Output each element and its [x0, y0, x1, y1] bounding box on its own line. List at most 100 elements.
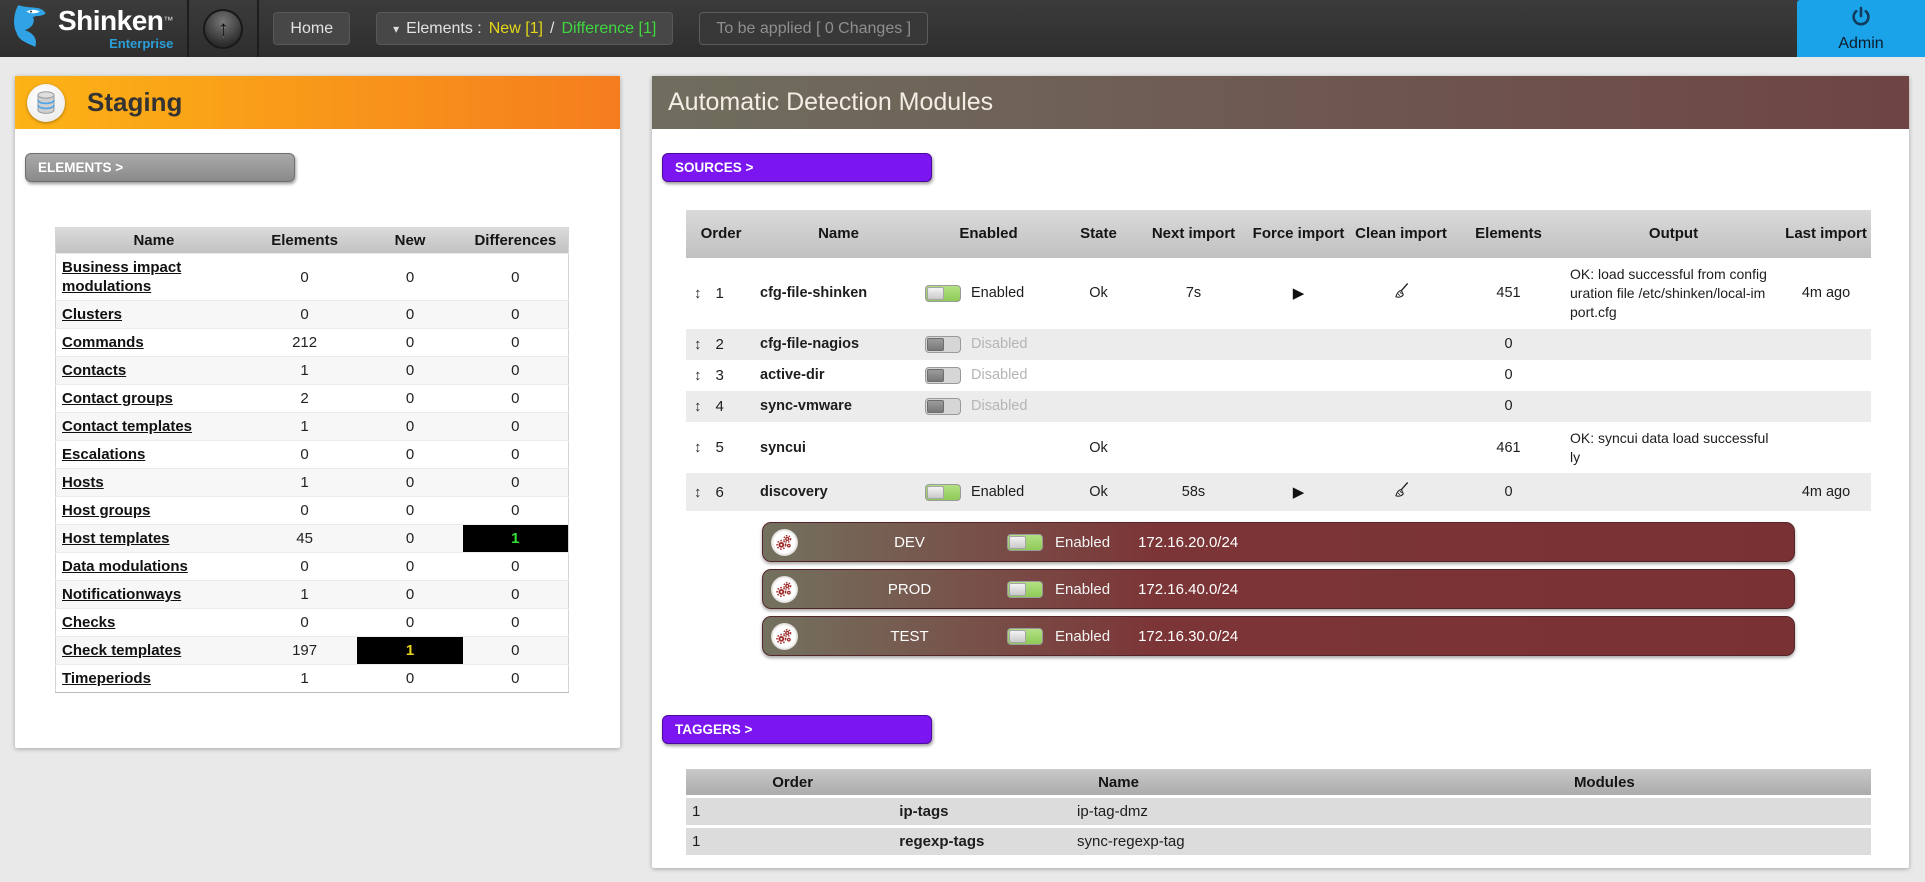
taggers-button[interactable]: TAGGERS >	[662, 715, 932, 744]
source-clean-import-cell	[1351, 258, 1451, 329]
column-header: Modules	[1338, 774, 1871, 791]
source-name: cfg-file-nagios	[756, 329, 921, 360]
staging-row-link[interactable]: Data modulations	[62, 558, 188, 575]
elements-button[interactable]: ELEMENTS >	[25, 153, 295, 182]
enabled-toggle[interactable]	[925, 285, 961, 302]
source-elements: 461	[1451, 422, 1566, 474]
staging-elements-cell: 0	[252, 609, 358, 637]
enabled-label: Enabled	[971, 285, 1024, 301]
drag-handle-icon[interactable]: ↕	[694, 484, 702, 501]
discovery-rule-bar[interactable]: DEVEnabled172.16.20.0/24	[762, 522, 1795, 562]
source-enabled-cell: Disabled	[921, 329, 1056, 360]
brand-tm: ™	[163, 16, 173, 27]
source-elements: 0	[1451, 391, 1566, 422]
table-row: Notificationways100	[56, 581, 569, 609]
staging-row-link[interactable]: Contacts	[62, 362, 126, 379]
staging-name-cell: Escalations	[56, 441, 252, 469]
staging-name-cell: Commands	[56, 329, 252, 357]
table-row: Hosts100	[56, 469, 569, 497]
source-order: 4	[716, 398, 724, 415]
discovery-rule-bar[interactable]: PRODEnabled172.16.40.0/24	[762, 569, 1795, 609]
source-last-import	[1781, 360, 1871, 391]
staging-elements-cell: 1	[252, 413, 358, 441]
staging-new-cell: 1	[357, 637, 462, 665]
staging-row-link[interactable]: Contact templates	[62, 418, 192, 435]
rule-name: DEV	[812, 534, 1007, 551]
source-row: ↕3active-dirDisabled0	[686, 360, 1871, 391]
enabled-toggle[interactable]	[925, 367, 961, 384]
source-clean-import-cell	[1351, 391, 1451, 422]
force-import-button[interactable]: ▶	[1293, 285, 1305, 302]
staging-diff-cell: 0	[463, 254, 569, 301]
elements-menu-button[interactable]: ▾ Elements : New [1] / Difference [1]	[376, 12, 673, 45]
admin-button[interactable]: Admin	[1797, 0, 1925, 57]
sources-table-body: ↕1cfg-file-shinkenEnabledOk7s▶451OK: loa…	[686, 258, 1871, 673]
adm-panel: Automatic Detection Modules SOURCES > Or…	[652, 76, 1909, 868]
staging-new-cell: 0	[357, 497, 462, 525]
source-clean-import-cell	[1351, 360, 1451, 391]
source-force-import-cell: ▶	[1246, 473, 1351, 511]
enabled-toggle[interactable]	[925, 484, 961, 501]
source-order: 5	[716, 439, 724, 456]
staging-row-link[interactable]: Checks	[62, 614, 115, 631]
staging-elements-cell: 45	[252, 525, 358, 553]
staging-row-link[interactable]: Commands	[62, 334, 144, 351]
page: Shinken™ Enterprise ↑ Home ▾ Elements : …	[0, 0, 1925, 882]
source-state	[1056, 360, 1141, 391]
source-order-cell: ↕6	[686, 473, 756, 511]
staging-row-link[interactable]: Timeperiods	[62, 670, 151, 687]
elements-menu-separator: /	[550, 20, 554, 38]
taggers-table: OrderNameModules 1ip-tagsip-tag-dmz1rege…	[686, 769, 1871, 855]
drag-handle-icon[interactable]: ↕	[694, 398, 702, 415]
enabled-toggle[interactable]	[1007, 581, 1043, 598]
column-header: Enabled	[921, 210, 1056, 258]
enabled-toggle[interactable]	[925, 398, 961, 415]
discovery-rule-bar[interactable]: TESTEnabled172.16.30.0/24	[762, 616, 1795, 656]
staging-name-cell: Check templates	[56, 637, 252, 665]
toggle-knob	[927, 400, 944, 413]
drag-handle-icon[interactable]: ↕	[694, 285, 702, 302]
table-row: Contacts100	[56, 357, 569, 385]
table-row: Host groups000	[56, 497, 569, 525]
source-enabled-cell: Disabled	[921, 391, 1056, 422]
staging-row-link[interactable]: Business impact modulations	[62, 259, 181, 295]
enabled-toggle[interactable]	[1007, 628, 1043, 645]
staging-diff-cell: 0	[463, 441, 569, 469]
to-be-applied-button[interactable]: To be applied [ 0 Changes ]	[699, 12, 928, 45]
shinken-logo[interactable]: Shinken™ Enterprise	[10, 3, 173, 54]
staging-row-link[interactable]: Hosts	[62, 474, 104, 491]
source-order-cell: ↕5	[686, 422, 756, 474]
staging-diff-cell: 0	[463, 665, 569, 693]
drag-handle-icon[interactable]: ↕	[694, 439, 702, 456]
drag-handle-icon[interactable]: ↕	[694, 336, 702, 353]
staging-row-link[interactable]: Host templates	[62, 530, 170, 547]
staging-name-cell: Contact templates	[56, 413, 252, 441]
drag-handle-icon[interactable]: ↕	[694, 367, 702, 384]
clean-import-button[interactable]	[1391, 289, 1411, 305]
source-name: cfg-file-shinken	[756, 258, 921, 329]
staging-row-link[interactable]: Notificationways	[62, 586, 181, 603]
source-row: ↕6discoveryEnabledOk58s▶04m ago	[686, 473, 1871, 511]
staging-row-link[interactable]: Escalations	[62, 446, 145, 463]
source-name: active-dir	[756, 360, 921, 391]
source-next-import	[1141, 329, 1246, 360]
scroll-top-button[interactable]: ↑	[203, 9, 243, 49]
rule-ip-range: 172.16.40.0/24	[1138, 581, 1238, 598]
sources-button[interactable]: SOURCES >	[662, 153, 932, 182]
staging-row-link[interactable]: Host groups	[62, 502, 150, 519]
home-button[interactable]: Home	[273, 12, 350, 45]
column-header: Last import	[1781, 210, 1871, 258]
staging-row-link[interactable]: Contact groups	[62, 390, 173, 407]
table-row: Data modulations000	[56, 553, 569, 581]
brand-name: Shinken	[58, 5, 163, 36]
staging-row-link[interactable]: Clusters	[62, 306, 122, 323]
source-enabled-cell: Enabled	[921, 473, 1056, 511]
staging-row-link[interactable]: Check templates	[62, 642, 181, 659]
enabled-toggle[interactable]	[1007, 534, 1043, 551]
source-state	[1056, 329, 1141, 360]
clean-import-button[interactable]	[1391, 488, 1411, 504]
column-header: Name	[756, 210, 921, 258]
force-import-button[interactable]: ▶	[1293, 484, 1305, 501]
tagger-order: 1	[686, 803, 899, 820]
enabled-toggle[interactable]	[925, 336, 961, 353]
